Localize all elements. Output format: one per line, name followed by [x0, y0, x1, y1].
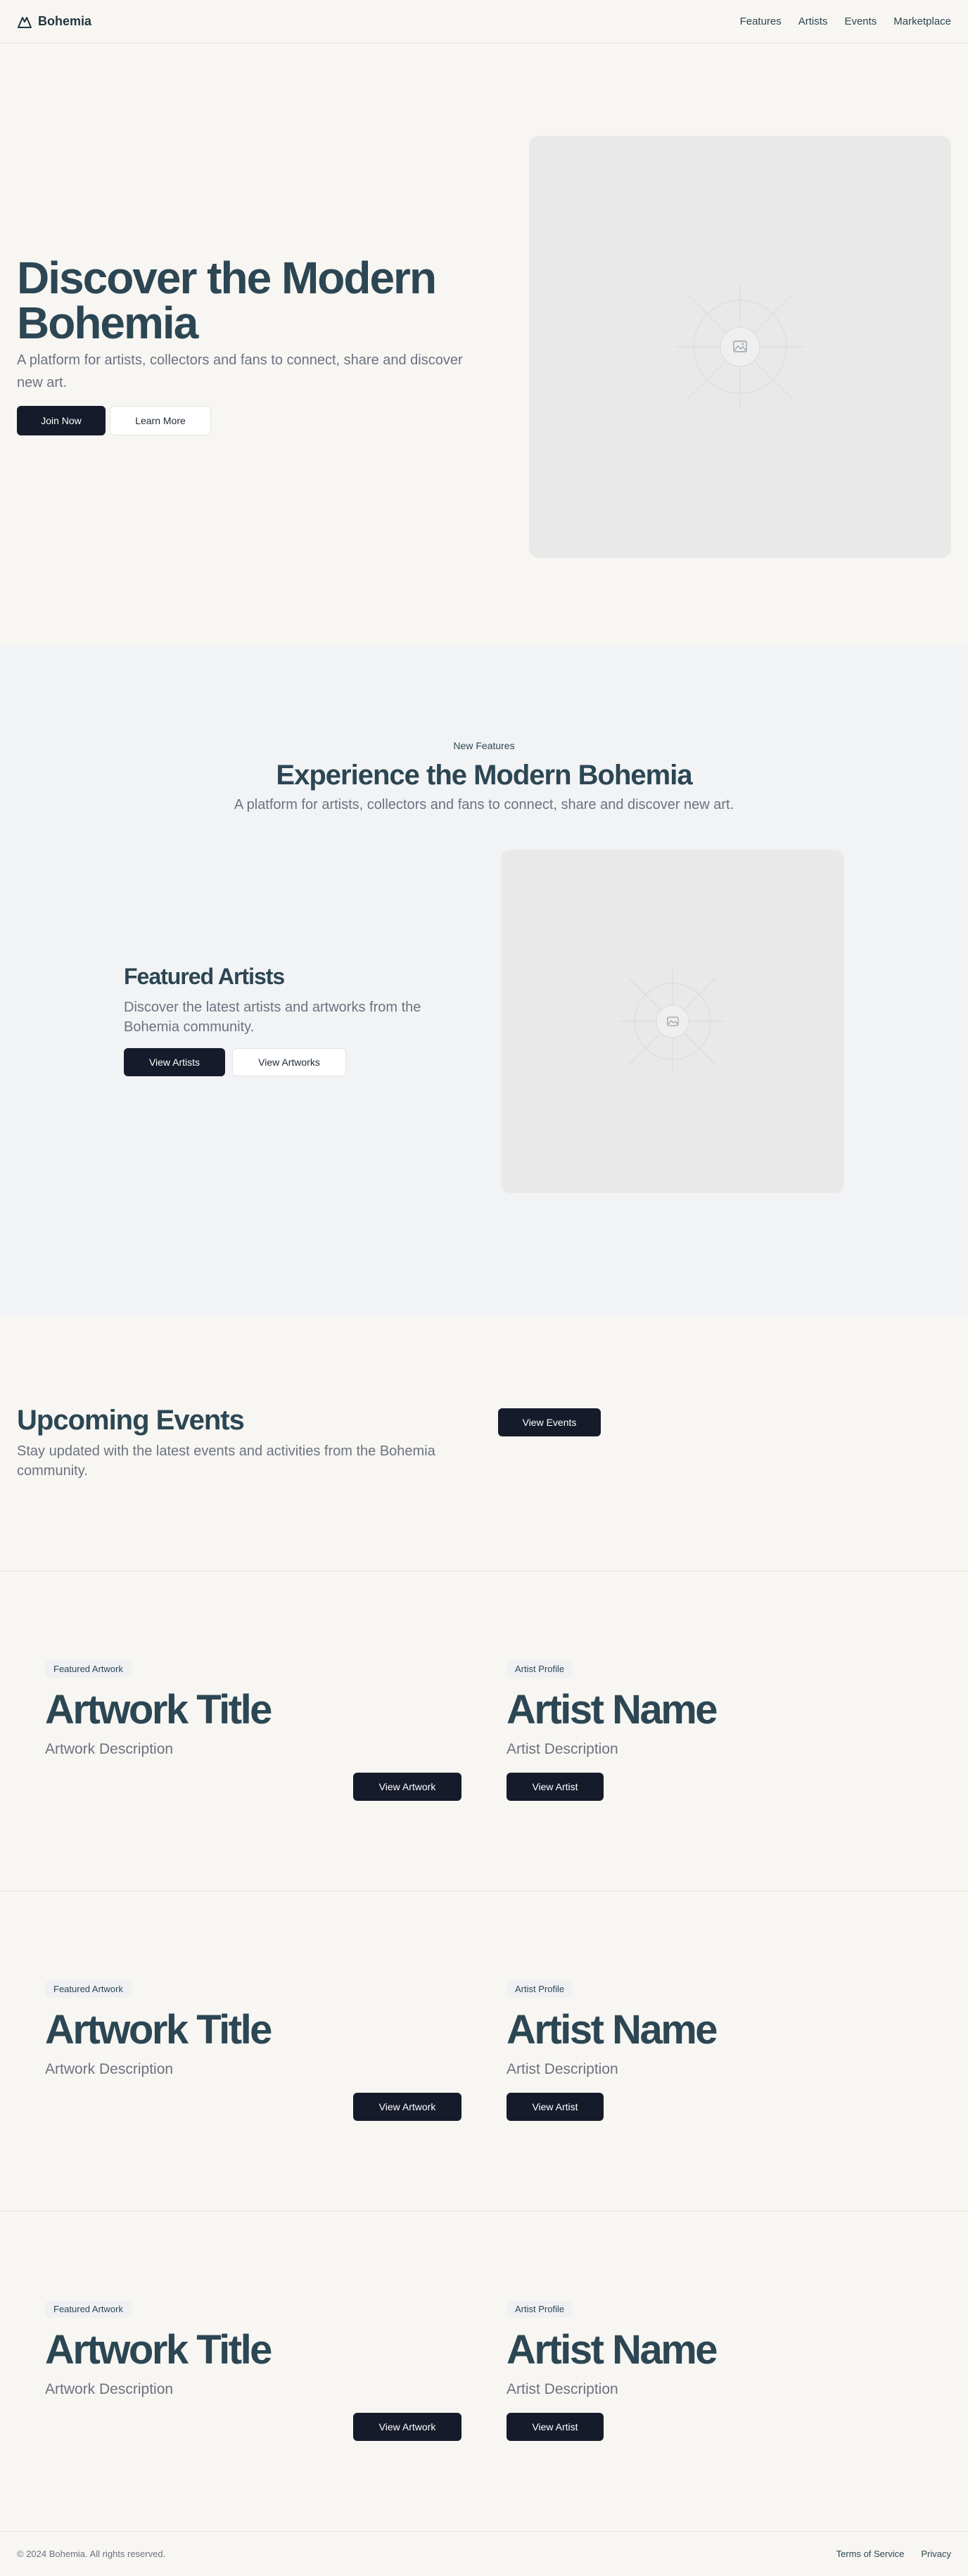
hero-title: Discover the Modern Bohemia: [17, 253, 437, 348]
artwork-title: Artwork Title: [45, 2327, 272, 2373]
artist-profile-badge: Artist Profile: [507, 2301, 573, 2318]
hero-image-placeholder: [529, 136, 951, 558]
artist-name: Artist Name: [507, 2007, 718, 2053]
view-artist-button[interactable]: View Artist: [507, 2093, 604, 2121]
terms-of-service-link[interactable]: Terms of Service: [836, 2549, 905, 2559]
events-subtitle: Stay updated with the latest events and …: [17, 1443, 435, 1479]
events-title: Upcoming Events: [17, 1405, 245, 1436]
featured-artists-subtitle: Discover the latest artists and artworks…: [124, 1000, 421, 1035]
hero-subtitle: A platform for artists, collectors and f…: [17, 352, 463, 390]
featured-artists-title: Featured Artists: [124, 964, 285, 989]
featured-artwork-badge: Featured Artwork: [45, 1661, 132, 1678]
learn-more-button[interactable]: Learn More: [110, 406, 211, 435]
features-image-placeholder: [501, 850, 844, 1193]
artwork-description: Artwork Description: [45, 1741, 174, 1757]
site-footer: © 2024 Bohemia. All rights reserved. Ter…: [0, 2532, 968, 2576]
view-artist-button[interactable]: View Artist: [507, 2413, 604, 2441]
artwork-title: Artwork Title: [45, 1687, 272, 1733]
image-placeholder-icon: [677, 283, 803, 410]
artist-name: Artist Name: [507, 1687, 718, 1733]
nav-link-events[interactable]: Events: [844, 15, 877, 27]
artwork-title: Artwork Title: [45, 2007, 272, 2053]
brand[interactable]: Bohemia: [17, 14, 91, 29]
view-artwork-button[interactable]: View Artwork: [353, 1773, 461, 1801]
mountain-icon: [18, 16, 32, 28]
features-section: New Features Experience the Modern Bohem…: [0, 646, 968, 1315]
events-section: Upcoming Events Stay updated with the la…: [0, 1315, 968, 1571]
nav-link-marketplace[interactable]: Marketplace: [893, 15, 951, 27]
artist-description: Artist Description: [507, 2061, 618, 2077]
view-artwork-button[interactable]: View Artwork: [353, 2413, 461, 2441]
view-events-button[interactable]: View Events: [498, 1408, 601, 1436]
artist-name: Artist Name: [507, 2327, 718, 2373]
artist-description: Artist Description: [507, 1741, 618, 1757]
privacy-link[interactable]: Privacy: [921, 2549, 951, 2559]
features-title: Experience the Modern Bohemia: [276, 760, 692, 791]
card-row: Featured Artwork Artwork Title Artwork D…: [0, 1571, 968, 1892]
site-header: Bohemia Features Artists Events Marketpl…: [0, 0, 968, 44]
nav-link-artists[interactable]: Artists: [798, 15, 828, 27]
view-artwork-button[interactable]: View Artwork: [353, 2093, 461, 2121]
nav-link-features[interactable]: Features: [740, 15, 782, 27]
artist-profile-badge: Artist Profile: [507, 1661, 573, 1678]
artist-profile-badge: Artist Profile: [507, 1981, 573, 1998]
view-artworks-button[interactable]: View Artworks: [232, 1048, 346, 1076]
copyright-text: © 2024 Bohemia. All rights reserved.: [17, 2549, 166, 2559]
features-eyebrow: New Features: [453, 740, 515, 751]
artwork-description: Artwork Description: [45, 2061, 174, 2077]
featured-artwork-badge: Featured Artwork: [45, 1981, 132, 1998]
view-artist-button[interactable]: View Artist: [507, 1773, 604, 1801]
features-subtitle: A platform for artists, collectors and f…: [234, 797, 734, 812]
card-row: Featured Artwork Artwork Title Artwork D…: [0, 1892, 968, 2212]
hero-section: Discover the Modern Bohemia A platform f…: [0, 44, 968, 646]
join-now-button[interactable]: Join Now: [17, 406, 106, 435]
brand-name: Bohemia: [38, 14, 92, 28]
image-placeholder-icon: [620, 969, 725, 1073]
featured-artwork-badge: Featured Artwork: [45, 2301, 132, 2318]
view-artists-button[interactable]: View Artists: [124, 1048, 225, 1076]
artist-description: Artist Description: [507, 2381, 618, 2397]
artwork-description: Artwork Description: [45, 2381, 174, 2397]
footer-links: Terms of Service Privacy: [836, 2549, 951, 2559]
main-nav: Features Artists Events Marketplace: [740, 15, 951, 27]
card-row: Featured Artwork Artwork Title Artwork D…: [0, 2212, 968, 2532]
